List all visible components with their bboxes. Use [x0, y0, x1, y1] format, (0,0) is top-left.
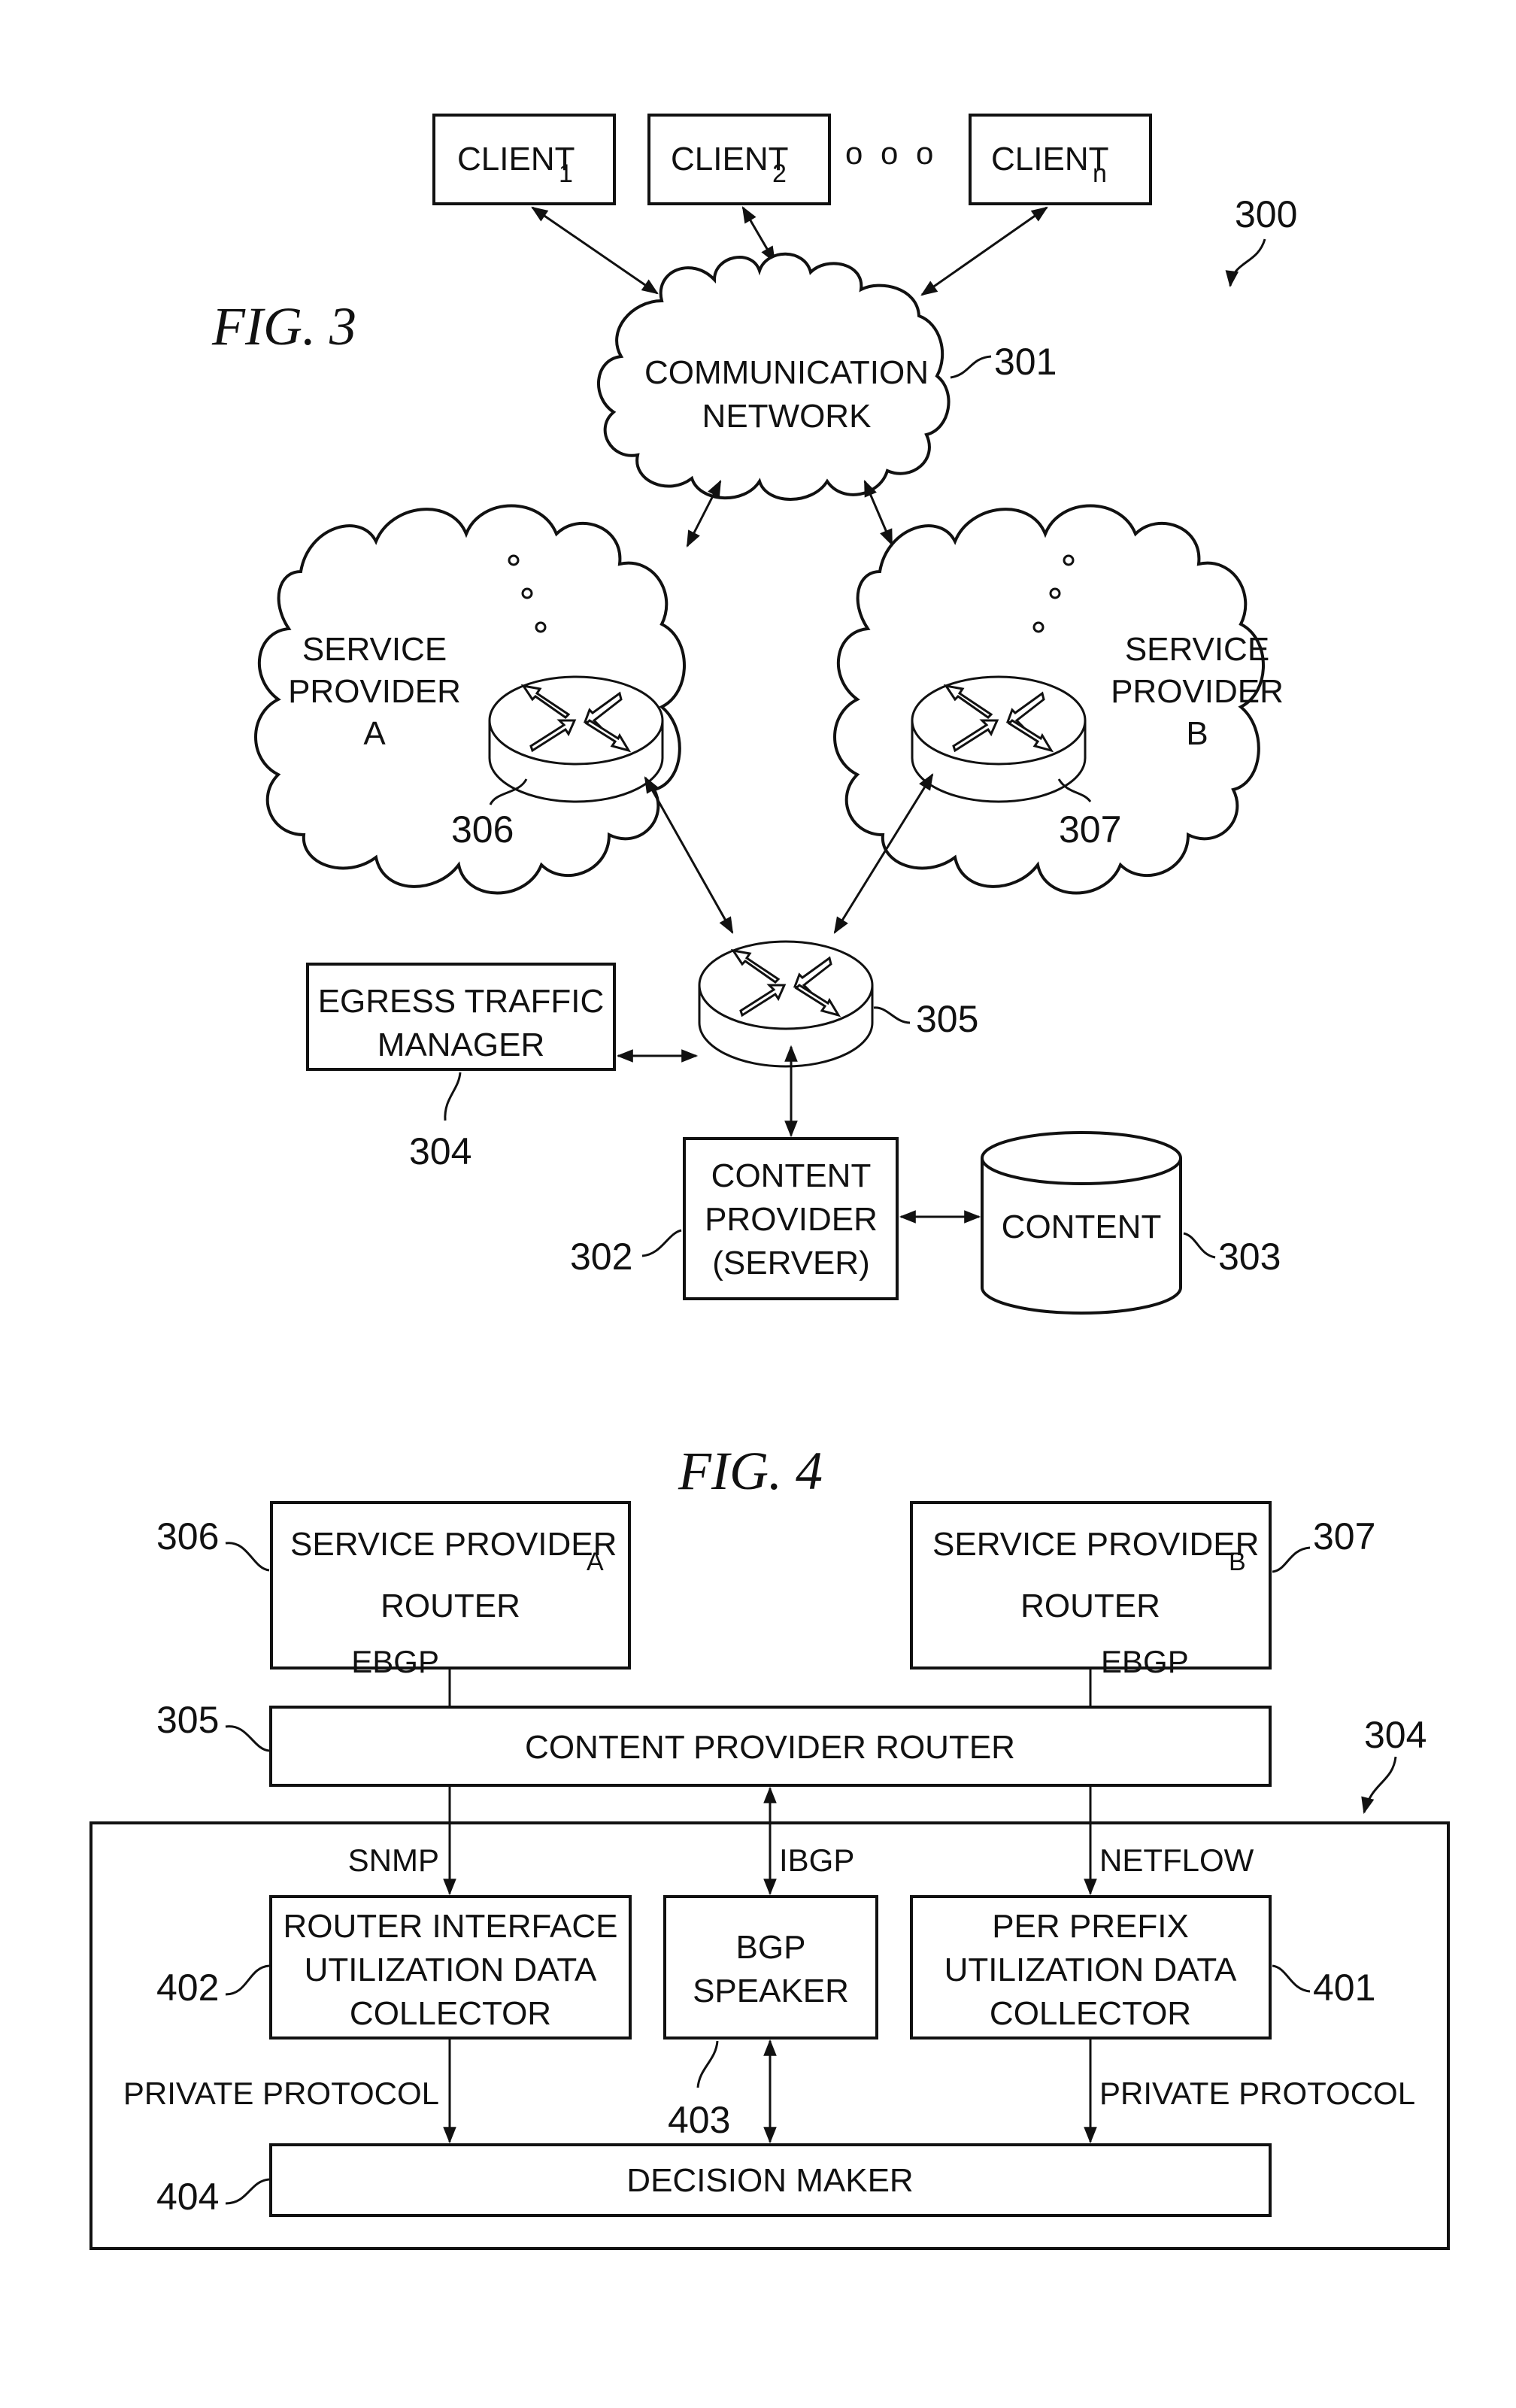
content-database[interactable]: CONTENT	[981, 1131, 1182, 1315]
figure-3: FIG. 3 300 CLIENT 1 CLIENT 2 o o o CLIEN…	[211, 114, 1297, 1315]
decision-maker-label: DECISION MAKER	[626, 2162, 913, 2199]
provider-a-line1: SERVICE	[302, 631, 447, 668]
sp-b-subscript: B	[1229, 1548, 1246, 1576]
network-label-line1: COMMUNICATION	[644, 354, 929, 391]
ref-305-leader	[873, 1006, 911, 1024]
ref-304-fig4: 304	[1364, 1714, 1427, 1756]
ebgp-b-label: EBGP	[1101, 1644, 1189, 1679]
sp-b-router-box[interactable]: SERVICE PROVIDER B ROUTER	[910, 1501, 1272, 1670]
client-n[interactable]: CLIENT n	[969, 114, 1152, 205]
client-1[interactable]: CLIENT 1	[432, 114, 616, 205]
provider-b-line2: PROVIDER	[1111, 673, 1284, 710]
ppudc-line2: UTILIZATION DATA	[944, 1952, 1237, 1988]
router-306-icon[interactable]	[488, 675, 664, 803]
sp-b-line2: ROUTER	[1020, 1588, 1160, 1624]
riudc-line2: UTILIZATION DATA	[305, 1952, 597, 1988]
figure-4-title: FIG. 4	[678, 1441, 823, 1501]
egress-line1: EGRESS TRAFFIC	[318, 983, 605, 1020]
sp-a-line1: SERVICE PROVIDER	[290, 1526, 617, 1563]
sp-a-subscript: A	[587, 1548, 604, 1576]
egress-line2: MANAGER	[377, 1027, 544, 1063]
provider-a-line2: PROVIDER	[288, 673, 461, 710]
ref-303: 303	[1218, 1236, 1281, 1278]
ref-300-arrow	[1225, 238, 1266, 288]
arrow-client2-network	[741, 206, 776, 263]
figure-3-title: FIG. 3	[211, 296, 356, 356]
ref-304-leader	[444, 1072, 462, 1121]
ref-401: 401	[1313, 1967, 1375, 2009]
communication-network-cloud[interactable]: COMMUNICATION NETWORK	[597, 252, 951, 501]
service-provider-a-cloud[interactable]: SERVICE PROVIDER A 306	[254, 504, 686, 895]
client-2-label: CLIENT	[671, 141, 788, 177]
per-prefix-utilization-collector-box[interactable]: PER PREFIX UTILIZATION DATA COLLECTOR	[910, 1895, 1272, 2040]
ref-300: 300	[1235, 193, 1297, 235]
ref-306-fig4-leader	[225, 1542, 270, 1572]
ref-301-leader	[950, 355, 992, 379]
riudc-line1: ROUTER INTERFACE	[283, 1908, 618, 1945]
service-provider-b-cloud[interactable]: SERVICE PROVIDER B 307	[833, 504, 1284, 895]
figure-4: FIG. 4 SERVICE PROVIDER A ROUTER 306 SER…	[89, 1441, 1450, 2250]
client-n-subscript: n	[1093, 159, 1107, 188]
private-protocol-left-label: PRIVATE PROTOCOL	[123, 2076, 439, 2111]
provider-a-line3: A	[363, 715, 386, 752]
content-provider-router-box[interactable]: CONTENT PROVIDER ROUTER	[269, 1706, 1272, 1787]
arrow-clientn-network	[920, 206, 1048, 296]
content-provider-server-box[interactable]: CONTENT PROVIDER (SERVER)	[683, 1137, 899, 1300]
ref-307-fig4-leader	[1272, 1546, 1311, 1573]
ref-306: 306	[451, 808, 514, 851]
sp-a-line2: ROUTER	[381, 1588, 520, 1624]
ref-302-leader	[641, 1229, 682, 1257]
ref-404: 404	[156, 2176, 219, 2218]
ref-306-fig4: 306	[156, 1515, 219, 1557]
bgp-line1: BGP	[736, 1929, 806, 1966]
ref-305: 305	[916, 998, 978, 1040]
ppudc-line3: COLLECTOR	[990, 1995, 1191, 2032]
ref-402: 402	[156, 1967, 219, 2009]
arrow-client1-network	[531, 206, 659, 295]
provider-b-line3: B	[1186, 715, 1208, 752]
cp-router-label: CONTENT PROVIDER ROUTER	[525, 1729, 1015, 1766]
bgp-line2: SPEAKER	[693, 1973, 849, 2009]
ibgp-label: IBGP	[779, 1842, 854, 1878]
client-1-subscript: 1	[559, 159, 573, 188]
ebgp-a-label: EBGP	[351, 1644, 439, 1679]
clients-ellipsis: o o o	[845, 135, 938, 171]
decision-maker-box[interactable]: DECISION MAKER	[269, 2143, 1272, 2217]
router-305-icon[interactable]	[698, 940, 874, 1068]
ref-304-fig3: 304	[409, 1130, 471, 1172]
client-n-label: CLIENT	[991, 141, 1108, 177]
bgp-speaker-box[interactable]: BGP SPEAKER	[663, 1895, 878, 2040]
content-provider-line1: CONTENT	[711, 1157, 872, 1194]
egress-traffic-manager-box[interactable]: EGRESS TRAFFIC MANAGER	[306, 963, 616, 1071]
riudc-line3: COLLECTOR	[350, 1995, 551, 2032]
ref-307: 307	[1059, 808, 1121, 851]
ref-305-fig4: 305	[156, 1699, 219, 1741]
content-store-label: CONTENT	[1002, 1209, 1162, 1245]
patent-drawing-sheet: FIG. 3 300 CLIENT 1 CLIENT 2 o o o CLIEN…	[89, 114, 1450, 2250]
ref-403: 403	[668, 2099, 730, 2141]
router-307-icon[interactable]	[911, 675, 1087, 803]
router-interface-utilization-collector-box[interactable]: ROUTER INTERFACE UTILIZATION DATA COLLEC…	[269, 1895, 632, 2040]
provider-b-line1: SERVICE	[1125, 631, 1269, 668]
ref-307-fig4: 307	[1313, 1515, 1375, 1557]
client-2[interactable]: CLIENT 2	[647, 114, 831, 205]
ref-303-leader	[1183, 1232, 1216, 1259]
arrow-network-provider-b	[863, 479, 893, 547]
ref-305-fig4-leader	[225, 1725, 270, 1752]
network-label-line2: NETWORK	[702, 398, 872, 435]
sp-b-line1: SERVICE PROVIDER	[932, 1526, 1259, 1563]
netflow-label: NETFLOW	[1099, 1842, 1254, 1878]
arrow-306-305	[644, 776, 734, 934]
private-protocol-right-label: PRIVATE PROTOCOL	[1099, 2076, 1415, 2111]
ref-301: 301	[994, 341, 1057, 383]
ppudc-line1: PER PREFIX	[992, 1908, 1189, 1945]
snmp-label: SNMP	[348, 1842, 439, 1878]
client-2-subscript: 2	[772, 159, 787, 188]
content-provider-line3: (SERVER)	[712, 1245, 869, 1281]
ref-302: 302	[570, 1236, 632, 1278]
client-1-label: CLIENT	[457, 141, 575, 177]
ref-304-fig4-arrow	[1361, 1756, 1397, 1815]
content-provider-line2: PROVIDER	[705, 1201, 878, 1238]
sp-a-router-box[interactable]: SERVICE PROVIDER A ROUTER	[270, 1501, 631, 1670]
